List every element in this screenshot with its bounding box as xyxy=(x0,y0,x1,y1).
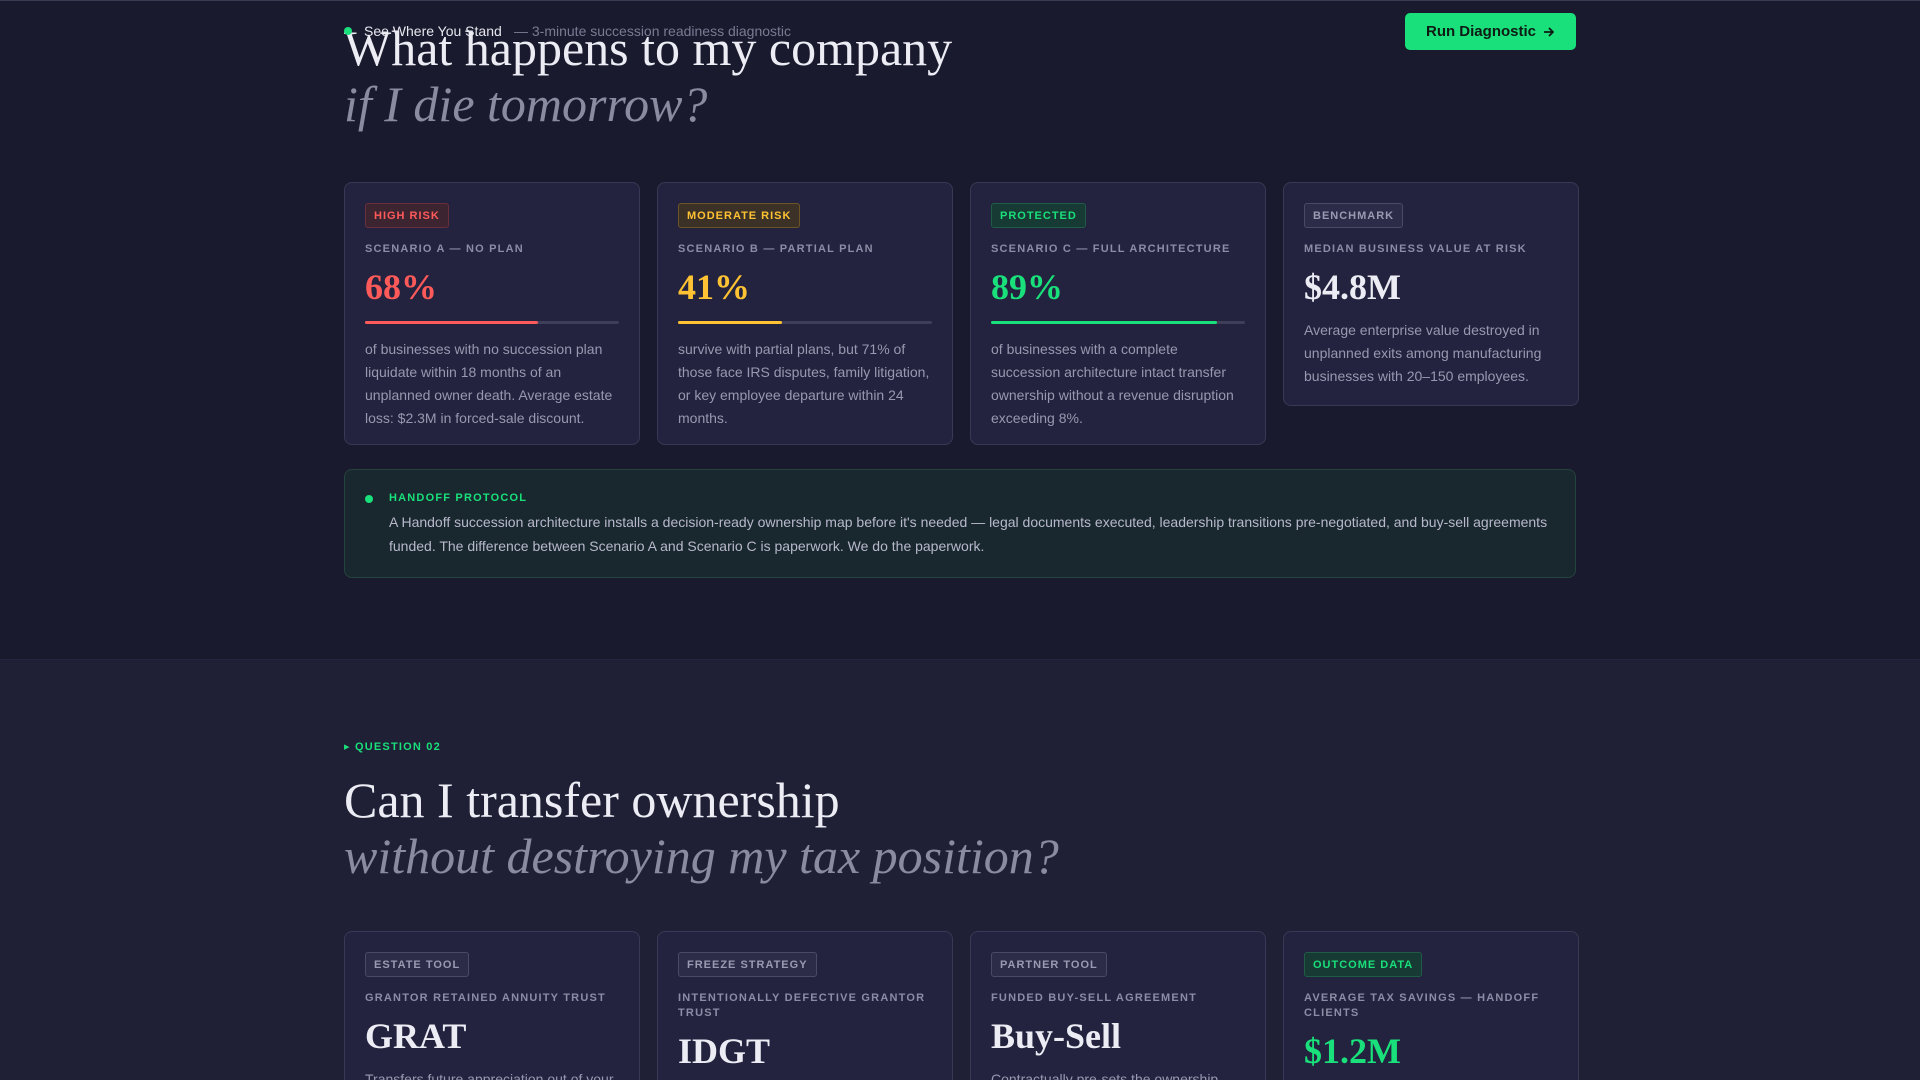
section-question-2: ▸ QUESTION 02 Can I transfer ownership w… xyxy=(0,659,1920,1080)
arrow-right-icon xyxy=(1544,27,1554,36)
section-question-1: What happens to my company if I die tomo… xyxy=(0,0,1920,659)
question-1-title-line-2: if I die tomorrow? xyxy=(344,76,708,132)
card-value: $1.2M xyxy=(1304,1031,1401,1071)
run-diagnostic-label: Run Diagnostic xyxy=(1425,23,1536,40)
card-label: SCENARIO A — NO PLAN xyxy=(365,243,524,255)
card-value: 41% xyxy=(678,267,750,307)
progress-fill xyxy=(991,321,1218,324)
benchmark-card: BENCHMARK MEDIAN BUSINESS VALUE AT RISK … xyxy=(1283,182,1579,406)
card-value: GRAT xyxy=(365,1016,467,1056)
risk-badge: MODERATE RISK xyxy=(678,203,801,228)
progress-fill xyxy=(678,321,783,324)
benchmark-badge: BENCHMARK xyxy=(1304,203,1404,228)
handoff-protocol-callout: HANDOFF PROTOCOL A Handoff succession ar… xyxy=(344,469,1576,578)
scenario-card-c: PROTECTED SCENARIO C — FULL ARCHITECTURE… xyxy=(970,182,1266,445)
card-value: 68% xyxy=(365,267,437,307)
progress-track xyxy=(678,321,932,324)
card-value: 89% xyxy=(991,267,1063,307)
scenario-card-b: MODERATE RISK SCENARIO B — PARTIAL PLAN … xyxy=(657,182,953,445)
outcome-data-card: OUTCOME DATA AVERAGE TAX SAVINGS — HANDO… xyxy=(1283,931,1579,1080)
card-label: SCENARIO C — FULL ARCHITECTURE xyxy=(991,243,1231,255)
outcome-badge: OUTCOME DATA xyxy=(1304,952,1423,977)
progress-track xyxy=(365,321,619,324)
strategy-badge: ESTATE TOOL xyxy=(365,952,470,977)
diagnostic-subtitle: — 3-minute succession readiness diagnost… xyxy=(514,23,792,39)
card-label: AVERAGE TAX SAVINGS — HANDOFF CLIENTS xyxy=(1304,992,1540,1019)
card-description: Contractually pre-sets the ownership xyxy=(991,1071,1219,1080)
strategy-badge: FREEZE STRATEGY xyxy=(678,952,817,977)
risk-badge: HIGH RISK xyxy=(365,203,449,228)
status-dot-icon xyxy=(365,495,373,503)
run-diagnostic-button[interactable]: Run Diagnostic xyxy=(1405,13,1576,50)
card-label: FUNDED BUY-SELL AGREEMENT xyxy=(991,992,1198,1004)
strategy-card-grat: ESTATE TOOL GRANTOR RETAINED ANNUITY TRU… xyxy=(344,931,640,1080)
question-2-title-line-1: Can I transfer ownership xyxy=(344,772,840,828)
card-label: SCENARIO B — PARTIAL PLAN xyxy=(678,243,874,255)
strategy-card-buy-sell: PARTNER TOOL FUNDED BUY-SELL AGREEMENT B… xyxy=(970,931,1266,1080)
question-2-title-line-2: without destroying my tax position? xyxy=(344,828,1059,884)
card-label: MEDIAN BUSINESS VALUE AT RISK xyxy=(1304,243,1527,255)
strategy-card-idgt: FREEZE STRATEGY INTENTIONALLY DEFECTIVE … xyxy=(657,931,953,1080)
question-2-eyebrow: ▸ QUESTION 02 xyxy=(344,741,441,753)
question-2-title: Can I transfer ownership without destroy… xyxy=(344,772,1059,884)
risk-badge: PROTECTED xyxy=(991,203,1086,228)
diagnostic-title: See Where You Stand xyxy=(364,23,502,39)
progress-fill xyxy=(365,321,538,324)
card-description: Average enterprise value destroyed in un… xyxy=(1304,322,1542,384)
scenario-cards: HIGH RISK SCENARIO A — NO PLAN 68% of bu… xyxy=(344,182,1579,445)
strategy-badge: PARTNER TOOL xyxy=(991,952,1107,977)
card-value: $4.8M xyxy=(1304,267,1401,307)
protocol-label: HANDOFF PROTOCOL xyxy=(389,492,528,504)
card-label: INTENTIONALLY DEFECTIVE GRANTOR TRUST xyxy=(678,992,926,1019)
card-value: Buy-Sell xyxy=(991,1016,1122,1056)
diagnostic-bar: See Where You Stand — 3-minute successio… xyxy=(0,1,1920,61)
card-description: of businesses with no succession plan li… xyxy=(365,341,613,426)
card-value: IDGT xyxy=(678,1031,771,1071)
card-label: GRANTOR RETAINED ANNUITY TRUST xyxy=(365,992,606,1004)
protocol-text: A Handoff succession architecture instal… xyxy=(389,514,1548,554)
card-description: of businesses with a complete succession… xyxy=(991,341,1234,426)
progress-track xyxy=(991,321,1245,324)
card-description: survive with partial plans, but 71% of t… xyxy=(678,341,930,426)
card-description: Transfers future appreciation out of you… xyxy=(365,1071,614,1080)
strategy-cards: ESTATE TOOL GRANTOR RETAINED ANNUITY TRU… xyxy=(344,931,1579,1080)
scenario-card-a: HIGH RISK SCENARIO A — NO PLAN 68% of bu… xyxy=(344,182,640,445)
status-dot-icon xyxy=(344,27,352,35)
